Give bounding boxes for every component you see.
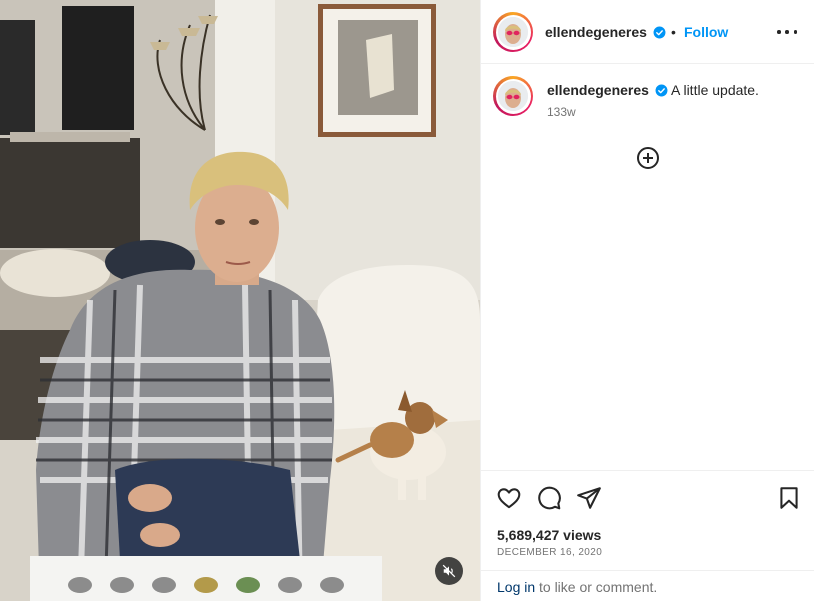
separator-dot: •	[671, 24, 676, 40]
mute-button[interactable]	[435, 557, 463, 585]
caption-author-avatar[interactable]	[493, 76, 533, 116]
post-video[interactable]	[0, 0, 480, 601]
caption-username[interactable]: ellendegeneres	[547, 82, 649, 98]
avatar-image	[498, 17, 528, 47]
author-avatar[interactable]	[493, 12, 533, 52]
login-prompt-text: to like or comment.	[539, 579, 658, 595]
comment-icon[interactable]	[536, 485, 562, 511]
post-date[interactable]: DECEMBER 16, 2020	[497, 547, 602, 558]
more-options-icon[interactable]	[777, 24, 797, 40]
post-age[interactable]: 133w	[547, 105, 576, 119]
post-header: ellendegeneres • Follow	[481, 0, 814, 64]
author-username[interactable]: ellendegeneres	[545, 24, 647, 40]
muted-speaker-icon	[442, 564, 456, 578]
login-prompt: Log in to like or comment.	[481, 570, 814, 601]
bookmark-icon[interactable]	[776, 485, 802, 511]
verified-badge-icon	[653, 26, 666, 39]
action-bar: 5,689,427 views DECEMBER 16, 2020	[481, 470, 814, 570]
share-icon[interactable]	[576, 485, 602, 511]
login-link[interactable]: Log in	[497, 579, 535, 595]
view-count[interactable]: 5,689,427 views	[497, 527, 601, 543]
post-sidebar: ellendegeneres • Follow ellendegeneres A…	[480, 0, 814, 601]
verified-badge-icon	[655, 84, 668, 97]
avatar-image	[498, 81, 528, 111]
heart-icon[interactable]	[496, 485, 522, 511]
follow-button[interactable]: Follow	[684, 24, 728, 40]
video-frame	[0, 0, 480, 601]
caption-text: A little update.	[671, 82, 759, 98]
plus-circle-icon[interactable]	[636, 146, 660, 170]
